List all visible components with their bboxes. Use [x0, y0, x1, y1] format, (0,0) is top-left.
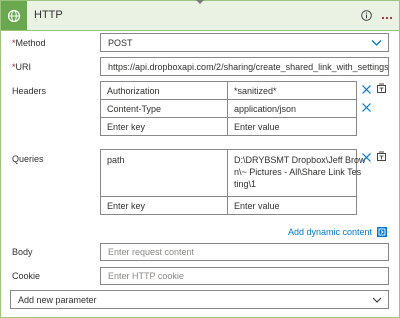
- chevron-down-icon: [372, 297, 382, 303]
- add-dynamic-content-link[interactable]: Add dynamic content: [288, 227, 387, 237]
- delete-header-icon[interactable]: [361, 102, 372, 113]
- header-value-cell[interactable]: application/json: [228, 100, 356, 117]
- query-value-cell[interactable]: D:\DRYBSMT Dropbox\Jeff Brow n\~ Pictures…: [228, 150, 366, 196]
- body-label: Body: [12, 247, 33, 257]
- method-label: *Method: [12, 38, 46, 48]
- more-options-icon[interactable]: [381, 13, 393, 23]
- header-key-cell[interactable]: Content-Type: [101, 100, 227, 117]
- card-header[interactable]: HTTP: [1, 0, 399, 31]
- uri-input[interactable]: https://api.dropboxapi.com/2/sharing/cre…: [100, 57, 389, 76]
- uri-label: *URI: [12, 62, 31, 72]
- query-value-line: n\~ Pictures - All\Share Link Tes: [234, 167, 362, 177]
- query-value-line: D:\DRYBSMT Dropbox\Jeff Brow: [234, 155, 366, 165]
- header-key-cell[interactable]: Authorization: [101, 82, 227, 99]
- headers-table: Authorization *sanitized* Content-Type a…: [100, 81, 357, 136]
- query-key-cell[interactable]: path: [101, 150, 227, 196]
- method-value: POST: [108, 37, 133, 48]
- add-dynamic-content-label: Add dynamic content: [287, 227, 372, 237]
- query-key-input[interactable]: Enter key: [101, 197, 227, 214]
- cookie-placeholder: Enter HTTP cookie: [108, 271, 184, 281]
- method-select[interactable]: POST: [100, 33, 389, 52]
- queries-table: path D:\DRYBSMT Dropbox\Jeff Brow n\~ Pic…: [100, 149, 366, 215]
- query-value-line: ting\1: [234, 179, 257, 189]
- header-key-input[interactable]: Enter key: [101, 118, 227, 135]
- body-placeholder: Enter request content: [108, 247, 195, 257]
- body-input[interactable]: Enter request content: [100, 243, 389, 261]
- add-dynamic-content-icon: [377, 227, 387, 237]
- switch-to-text-mode-icon[interactable]: [376, 151, 387, 162]
- query-value-input[interactable]: Enter value: [228, 197, 356, 214]
- add-new-parameter-select[interactable]: Add new parameter: [10, 290, 389, 309]
- delete-query-icon[interactable]: [361, 152, 372, 163]
- cookie-label: Cookie: [12, 271, 41, 281]
- header-value-cell[interactable]: *sanitized*: [228, 82, 356, 99]
- headers-label: Headers: [12, 86, 47, 96]
- chevron-down-icon: [371, 39, 382, 46]
- action-title: HTTP: [34, 9, 63, 21]
- add-new-parameter-label: Add new parameter: [18, 294, 97, 305]
- connector-notch-icon: [196, 0, 204, 4]
- delete-header-icon[interactable]: [361, 84, 372, 95]
- http-globe-icon: [1, 1, 27, 30]
- method-label-text: Method: [15, 38, 46, 48]
- cookie-input[interactable]: Enter HTTP cookie: [100, 267, 389, 285]
- http-action-card: HTTP *Method POST *URI https://api.dropb…: [0, 0, 400, 318]
- header-value-input[interactable]: Enter value: [228, 118, 356, 135]
- uri-value: https://api.dropboxapi.com/2/sharing/cre…: [108, 61, 389, 72]
- info-icon[interactable]: [361, 10, 372, 23]
- queries-label: Queries: [12, 154, 44, 164]
- switch-to-text-mode-icon[interactable]: [376, 83, 387, 94]
- uri-label-text: URI: [15, 62, 32, 72]
